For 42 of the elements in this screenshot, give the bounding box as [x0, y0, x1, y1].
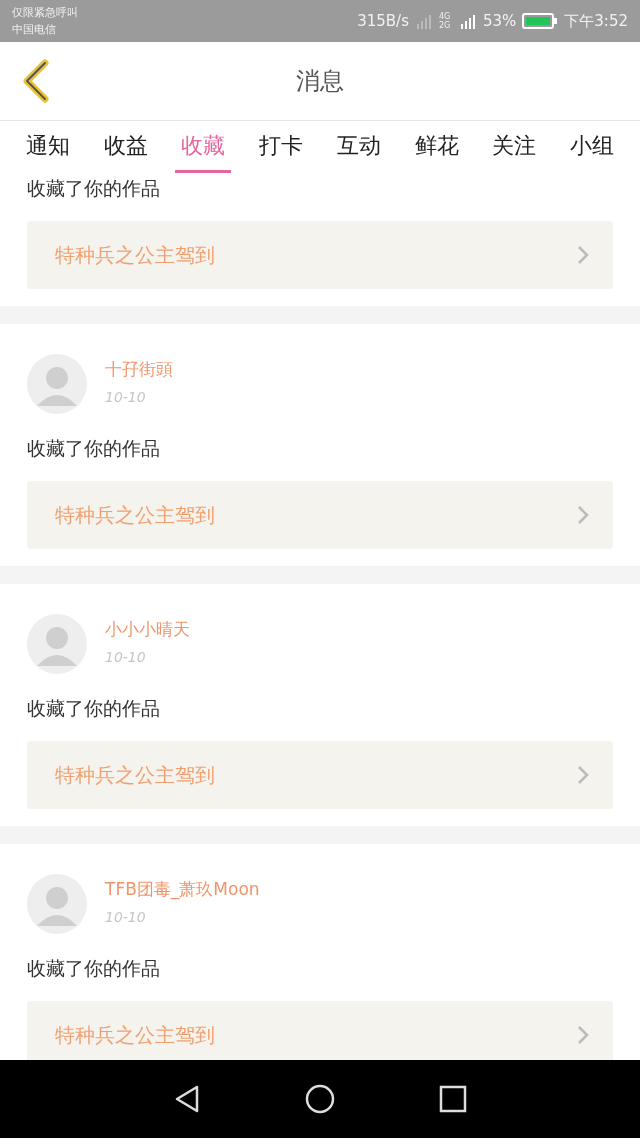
work-title: 特种兵之公主驾到 [55, 1021, 215, 1049]
tab[interactable]: 互动 [330, 121, 387, 173]
message-text: 收藏了你的作品 [27, 436, 161, 460]
chevron-right-icon [577, 765, 589, 785]
tab[interactable]: 收益 [97, 121, 154, 173]
tab[interactable]: 关注 [486, 121, 543, 173]
signal-icon [458, 12, 477, 30]
status-notice: 仅限紧急呼叫 [12, 5, 78, 21]
work-title: 特种兵之公主驾到 [55, 761, 215, 789]
user-name[interactable]: 十孖街頭 [105, 358, 173, 381]
message-text: 收藏了你的作品 [27, 696, 161, 720]
tab[interactable]: 收藏 [175, 121, 232, 173]
chevron-right-icon [577, 505, 589, 525]
user-name[interactable]: TFB团毒_萧玖Moon [105, 878, 260, 901]
home-circle-icon [305, 1084, 335, 1114]
signal-icon [414, 12, 433, 30]
work-title: 特种兵之公主驾到 [55, 501, 215, 529]
battery-icon [522, 12, 559, 30]
message-date: 10-10 [105, 909, 147, 925]
message-text: 收藏了你的作品 [27, 176, 161, 200]
page-title: 消息 [296, 66, 344, 97]
work-card[interactable]: 特种兵之公主驾到 [27, 481, 613, 549]
recents-square-icon [439, 1085, 468, 1113]
chevron-right-icon [577, 1025, 589, 1045]
network-speed: 315B/s [357, 12, 409, 30]
tab[interactable]: 小组 [563, 121, 620, 173]
work-card[interactable]: 特种兵之公主驾到 [27, 221, 613, 289]
tab[interactable]: 鲜花 [408, 121, 465, 173]
user-name[interactable]: 小小小晴天 [105, 618, 190, 641]
clock: 下午3:52 [564, 11, 628, 31]
tab[interactable]: 通知 [20, 121, 76, 173]
message-date: 10-10 [105, 649, 147, 665]
network-type: 4G 2G [438, 12, 452, 30]
battery-percent: 53% [482, 12, 517, 30]
tab[interactable]: 打卡 [253, 121, 310, 173]
work-card[interactable]: 特种兵之公主驾到 [27, 1001, 613, 1060]
work-title: 特种兵之公主驾到 [55, 241, 215, 269]
message-text: 收藏了你的作品 [27, 956, 161, 980]
message-date: 10-10 [105, 389, 147, 405]
work-card[interactable]: 特种兵之公主驾到 [27, 741, 613, 809]
chevron-right-icon [577, 245, 589, 265]
carrier-name: 中国电信 [12, 22, 57, 38]
